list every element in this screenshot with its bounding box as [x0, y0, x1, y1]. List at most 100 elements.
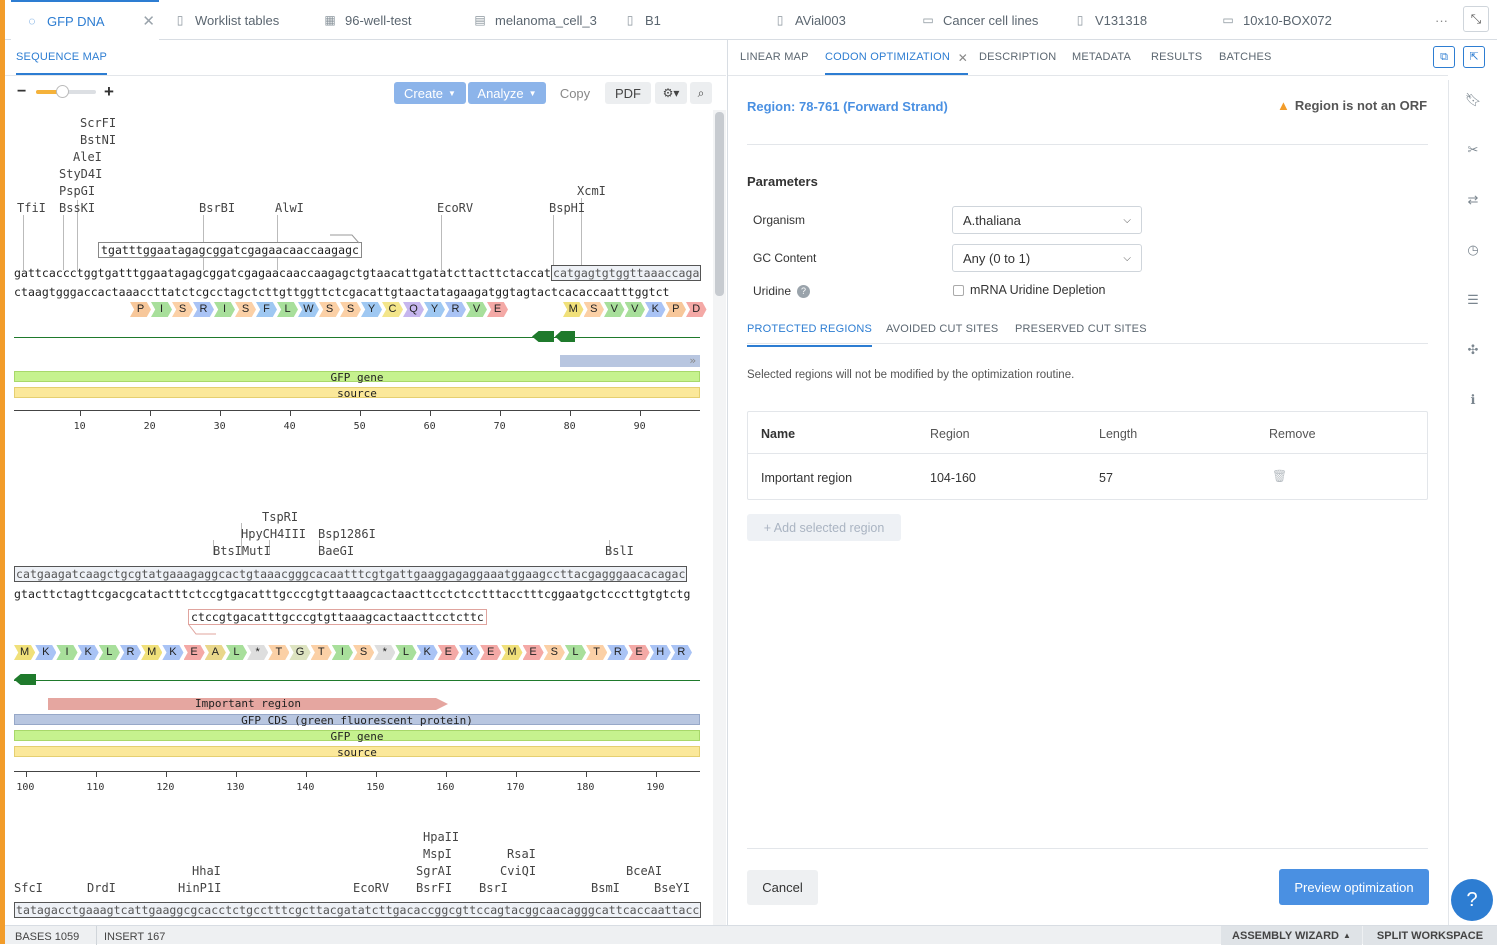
amino-acid[interactable]: S: [353, 645, 375, 660]
amino-acid[interactable]: R: [193, 302, 214, 317]
amino-acid[interactable]: S: [172, 302, 193, 317]
amino-acid[interactable]: T: [310, 645, 332, 660]
translation-row[interactable]: MSVVKPD: [563, 302, 707, 317]
amino-acid[interactable]: A: [204, 645, 226, 660]
amino-acid[interactable]: T: [268, 645, 290, 660]
enzyme-site[interactable]: BaeGI: [318, 544, 354, 558]
organism-select[interactable]: A.thaliana ⌵: [952, 206, 1142, 234]
amino-acid[interactable]: L: [277, 302, 298, 317]
amino-acid[interactable]: T: [586, 645, 608, 660]
enzyme-site[interactable]: PspGI: [59, 184, 95, 198]
enzyme-site[interactable]: SfcI: [14, 881, 43, 895]
enzyme-site[interactable]: ScrFI: [80, 116, 116, 130]
sequence-top-strand[interactable]: catgaagatcaagctgcgtatgaaagaggcactgtaaacg…: [14, 566, 688, 582]
cancel-button[interactable]: Cancel: [747, 870, 818, 905]
tab-melanoma-cell-3[interactable]: ▤ melanoma_cell_3: [473, 0, 597, 40]
more-tabs-button[interactable]: ···: [1435, 0, 1448, 40]
create-button[interactable]: Create ▼: [394, 82, 466, 104]
amino-acid[interactable]: K: [645, 302, 666, 317]
amino-acid[interactable]: *: [247, 645, 269, 660]
amino-acid[interactable]: *: [374, 645, 396, 660]
amino-acid[interactable]: P: [665, 302, 686, 317]
translation-row[interactable]: PISRISFLWSSYCQYRVE: [130, 302, 508, 317]
collapse-button[interactable]: ⤡: [1463, 6, 1489, 32]
amino-acid[interactable]: W: [298, 302, 319, 317]
help-icon[interactable]: ?: [797, 284, 811, 298]
amino-acid[interactable]: R: [607, 645, 629, 660]
scrollbar-track[interactable]: [713, 110, 726, 925]
enzyme-site[interactable]: TspRI: [262, 510, 298, 524]
amino-acid[interactable]: V: [624, 302, 645, 317]
bookmark-icon[interactable]: 🔖︎: [1461, 92, 1485, 112]
enzyme-site[interactable]: XcmI: [577, 184, 606, 198]
zoom-slider[interactable]: [36, 85, 96, 98]
amino-acid[interactable]: E: [628, 645, 650, 660]
uridine-checkbox[interactable]: [953, 285, 964, 296]
amino-acid[interactable]: L: [564, 645, 587, 660]
amino-acid[interactable]: D: [686, 302, 707, 317]
zoom-in-button[interactable]: +: [104, 82, 114, 102]
enzyme-site[interactable]: BceAI: [626, 864, 662, 878]
sequence-scroll-area[interactable]: ScrFI BstNI AleI StyD4I PspGI TfiI BssKI…: [5, 110, 726, 925]
history-icon[interactable]: ◷: [1461, 242, 1485, 262]
enzyme-site[interactable]: BstNI: [80, 133, 116, 147]
enzyme-site[interactable]: AleI: [73, 150, 102, 164]
tab-description[interactable]: DESCRIPTION: [979, 51, 1056, 63]
amino-acid[interactable]: L: [395, 645, 417, 660]
amino-acid[interactable]: V: [604, 302, 625, 317]
amino-acid[interactable]: S: [543, 645, 565, 660]
primer-forward[interactable]: tgatttggaatagagcggatcgagaacaaccaagagc: [98, 242, 363, 258]
amino-acid[interactable]: K: [458, 645, 481, 660]
tab-avoided-cut-sites[interactable]: AVOIDED CUT SITES: [886, 323, 998, 335]
amino-acid[interactable]: M: [141, 645, 163, 660]
enzyme-site[interactable]: BtsIMutI: [213, 544, 271, 558]
amino-acid[interactable]: C: [382, 302, 403, 317]
tab-results[interactable]: RESULTS: [1151, 51, 1202, 63]
enzyme-site[interactable]: HpaII: [423, 830, 459, 844]
tab-b1[interactable]: ▯ B1: [623, 0, 661, 40]
settings-button[interactable]: ⚙▾: [655, 82, 687, 104]
tab-codon-optimization[interactable]: CODON OPTIMIZATION ✕: [825, 51, 969, 75]
feature-gfp-cds[interactable]: GFP CDS (green fluorescent protein): [14, 714, 700, 726]
preview-optimization-button[interactable]: Preview optimization: [1279, 869, 1429, 905]
amino-acid[interactable]: L: [98, 645, 120, 660]
feature-gfp-gene[interactable]: GFP gene: [14, 371, 700, 383]
enzyme-site[interactable]: HpyCH4III: [241, 527, 306, 541]
enzyme-site[interactable]: RsaI: [507, 847, 536, 861]
tab-metadata[interactable]: METADATA: [1072, 51, 1131, 63]
sequence-bottom-strand[interactable]: gtacttctagttcgacgcatactttctccgtgacatttgc…: [14, 587, 690, 601]
amino-acid[interactable]: E: [437, 645, 459, 660]
copy-panel-button[interactable]: ⧉: [1433, 46, 1455, 68]
amino-acid[interactable]: E: [480, 645, 502, 660]
amino-acid[interactable]: V: [466, 302, 487, 317]
enzyme-site[interactable]: BsrBI: [199, 201, 235, 215]
close-icon[interactable]: ✕: [958, 51, 968, 65]
amino-acid[interactable]: S: [319, 302, 340, 317]
amino-acid[interactable]: P: [130, 302, 151, 317]
tab-preserved-cut-sites[interactable]: PRESERVED CUT SITES: [1015, 323, 1147, 335]
translation-row[interactable]: M K I K L R M K E A L * T G T I S * L K E K E M E S L T R E H R: [14, 645, 692, 660]
amino-acid[interactable]: Y: [424, 302, 445, 317]
amino-acid[interactable]: M: [563, 302, 584, 317]
tab-v131318[interactable]: ▯ V131318: [1073, 0, 1147, 40]
enzyme-site[interactable]: HhaI: [192, 864, 221, 878]
feature-gfp-gene[interactable]: GFP gene: [14, 730, 700, 742]
amino-acid[interactable]: K: [35, 645, 57, 660]
enzyme-site[interactable]: StyD4I: [59, 167, 102, 181]
enzyme-site[interactable]: Bsp1286I: [318, 527, 376, 541]
swap-icon[interactable]: ⇄: [1461, 192, 1485, 212]
amino-acid[interactable]: M: [14, 645, 36, 660]
enzyme-site[interactable]: AlwI: [275, 201, 304, 215]
amino-acid[interactable]: S: [583, 302, 604, 317]
enzyme-site[interactable]: TfiI: [17, 201, 46, 215]
gc-content-select[interactable]: Any (0 to 1) ⌵: [952, 244, 1142, 272]
export-button[interactable]: ⇱: [1463, 46, 1485, 68]
enzyme-site[interactable]: BsrI: [479, 881, 508, 895]
zoom-slider-handle[interactable]: [56, 85, 69, 98]
amino-acid[interactable]: H: [649, 645, 671, 660]
add-selected-region-button[interactable]: + Add selected region: [747, 514, 901, 541]
enzyme-site[interactable]: EcoRV: [437, 201, 473, 215]
selected-region[interactable]: catgagtgtggttaaaccaga: [550, 265, 702, 281]
enzyme-site[interactable]: BseYI: [654, 881, 690, 895]
scrollbar-thumb[interactable]: [715, 112, 724, 296]
